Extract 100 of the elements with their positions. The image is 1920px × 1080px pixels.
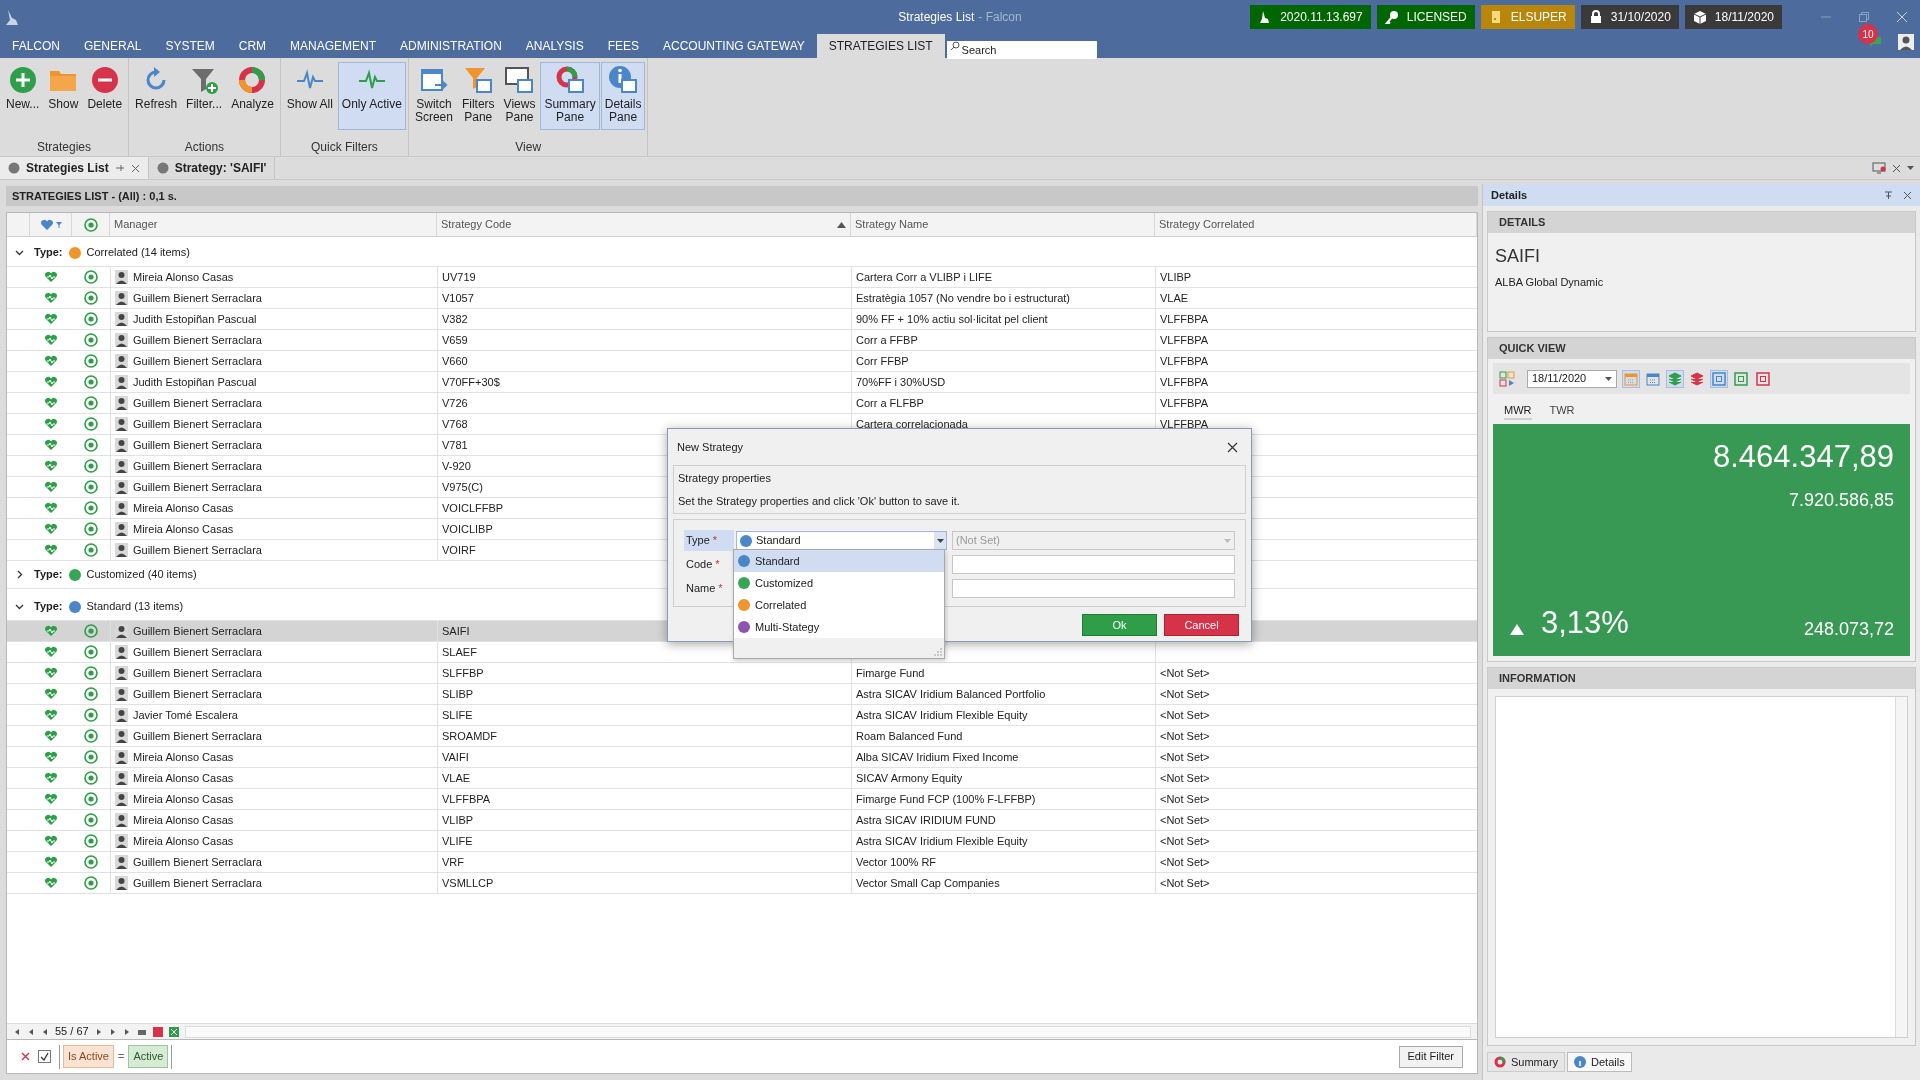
close-icon[interactable] xyxy=(130,163,140,173)
menu-tab[interactable]: FEES xyxy=(595,34,651,58)
ribbon-button[interactable]: Summary Pane xyxy=(540,62,600,130)
cancel-button[interactable]: Cancel xyxy=(1164,614,1239,636)
ribbon-button[interactable]: Delete xyxy=(83,62,127,130)
filter-value[interactable]: Active xyxy=(128,1045,169,1068)
frame-icon[interactable] xyxy=(1733,370,1749,387)
text-field[interactable] xyxy=(952,555,1235,574)
monitor-icon[interactable] xyxy=(1872,162,1886,174)
previous-page-icon[interactable] xyxy=(27,1027,35,1036)
chevron-down-icon[interactable] xyxy=(15,248,24,257)
menu-tab[interactable]: GENERAL xyxy=(72,34,154,58)
target-icon[interactable] xyxy=(83,217,98,232)
restore-icon[interactable] xyxy=(1858,11,1870,23)
ribbon-button[interactable]: Details Pane xyxy=(600,62,646,130)
ribbon-button[interactable]: Switch Screen xyxy=(410,62,457,130)
table-row[interactable]: Mireia Alonso Casas VLFFBPA Fimarge Fund FCP (100% F-LFFBP) <Not Set> xyxy=(7,789,1477,810)
pdf-icon[interactable] xyxy=(152,1026,163,1037)
dropdown-option[interactable]: Multi-Stategy xyxy=(734,616,944,638)
stack-icon[interactable] xyxy=(1667,370,1683,387)
menu-tab[interactable]: CRM xyxy=(226,34,279,58)
pane-tab[interactable]: Details xyxy=(1567,1052,1632,1072)
previous-icon[interactable] xyxy=(41,1027,49,1036)
menu-tab[interactable]: SYSTEM xyxy=(153,34,227,58)
table-row[interactable]: Mireia Alonso Casas VLIBP Astra SICAV IRIDIUM FUND <Not Set> xyxy=(7,810,1477,831)
next-icon[interactable] xyxy=(94,1027,103,1036)
menu-tab[interactable]: STRATEGIES LIST xyxy=(816,34,945,58)
column-header[interactable]: Manager xyxy=(110,213,437,236)
close-icon[interactable] xyxy=(1892,163,1901,173)
next-page-icon[interactable] xyxy=(108,1027,117,1036)
calendar-icon[interactable] xyxy=(1645,370,1661,387)
table-row[interactable]: Guillem Bienert Serraclara VSMLLCP Vector Small Cap Companies <Not Set> xyxy=(7,873,1477,894)
first-page-icon[interactable] xyxy=(13,1027,21,1036)
menu-tab[interactable]: ACCOUNTING GATEWAY xyxy=(651,34,817,58)
strategy-name: ALBA Global Dynamic xyxy=(1494,275,1605,290)
table-row[interactable]: Guillem Bienert Serraclara V660 Corr FFBP VLFFBPA xyxy=(7,351,1477,372)
quick-view-tab[interactable]: TWR xyxy=(1549,402,1575,424)
avatar-icon[interactable] xyxy=(1898,34,1914,50)
table-row[interactable]: Mireia Alonso Casas VLIFE Astra SICAV Iridium Flexible Equity <Not Set> xyxy=(7,831,1477,852)
ribbon-button[interactable]: Show xyxy=(44,62,83,130)
table-row[interactable]: Guillem Bienert Serraclara SLFFBP Fimarge Fund <Not Set> xyxy=(7,663,1477,684)
dropdown-option[interactable]: Customized xyxy=(734,572,944,594)
table-row[interactable]: Guillem Bienert Serraclara V726 Corr a FLFBP VLFFBPA xyxy=(7,393,1477,414)
table-row[interactable]: Javier Tomé Escalera SLIFE Astra SICAV Iridium Flexible Equity <Not Set> xyxy=(7,705,1477,726)
dropdown-option[interactable]: Standard xyxy=(734,550,944,572)
table-row[interactable]: Mireia Alonso Casas UV719 Cartera Corr a VLIBP i LIFE VLIBP xyxy=(7,267,1477,288)
table-row[interactable]: Guillem Bienert Serraclara V1057 Estratègia 1057 (No vendre bo i estructurat) VLAE xyxy=(7,288,1477,309)
table-row[interactable]: Mireia Alonso Casas VAIFI Alba SICAV Iridium Fixed Income <Not Set> xyxy=(7,747,1477,768)
dropdown-icon[interactable] xyxy=(1907,165,1914,171)
table-row[interactable]: Judith Estopiñan Pascual V70FF+30$ 70%FF i 30%USD VLFFBPA xyxy=(7,372,1477,393)
frame-icon[interactable] xyxy=(1711,370,1727,387)
search-field[interactable]: Search xyxy=(946,41,1097,59)
close-icon[interactable] xyxy=(1227,441,1238,453)
resize-grip-icon[interactable] xyxy=(934,648,942,656)
excel-icon[interactable] xyxy=(168,1026,179,1037)
text-field[interactable] xyxy=(952,579,1235,598)
table-row[interactable]: Guillem Bienert Serraclara V659 Corr a FFBP VLFFBPA xyxy=(7,330,1477,351)
column-header[interactable]: Strategy Name xyxy=(851,213,1155,236)
table-row[interactable]: Guillem Bienert Serraclara VRF Vector 100% RF <Not Set> xyxy=(7,852,1477,873)
table-row[interactable]: Guillem Bienert Serraclara SLIBP Astra SICAV Iridium Balanced Portfolio <Not Set> xyxy=(7,684,1477,705)
filter-field[interactable]: Is Active xyxy=(63,1045,114,1068)
edit-filter-button[interactable]: Edit Filter xyxy=(1398,1045,1463,1068)
ribbon-button[interactable]: Show All xyxy=(282,62,337,130)
type-dropdown[interactable]: Standard xyxy=(736,531,947,550)
date-field[interactable]: 18/11/2020 xyxy=(1527,369,1617,388)
ribbon-button[interactable]: Analyze xyxy=(227,62,278,130)
chevron-right-icon[interactable] xyxy=(15,570,24,579)
filter-checkbox[interactable] xyxy=(38,1050,51,1063)
ribbon-button[interactable]: Views Pane xyxy=(499,62,540,130)
document-tab[interactable]: Strategies List xyxy=(0,157,149,179)
column-header[interactable]: Strategy Correlated xyxy=(1155,213,1477,236)
ribbon-button[interactable]: Filters Pane xyxy=(457,62,499,130)
ribbon-button[interactable]: New... xyxy=(2,62,44,130)
vertical-scrollbar[interactable] xyxy=(1895,697,1907,1037)
pane-tab[interactable]: Summary xyxy=(1487,1052,1566,1072)
menu-tab[interactable]: MANAGEMENT xyxy=(278,34,389,58)
table-row[interactable]: Mireia Alonso Casas VLAE SICAV Armony Equity <Not Set> xyxy=(7,768,1477,789)
table-cell-text: Mireia Alonso Casas xyxy=(133,812,234,828)
target-icon xyxy=(84,417,98,431)
ribbon-button[interactable]: Only Active xyxy=(337,62,406,130)
clear-filter-icon[interactable] xyxy=(21,1052,30,1061)
column-header[interactable]: Strategy Code xyxy=(437,213,851,236)
frame-icon[interactable] xyxy=(1755,370,1771,387)
menu-tab[interactable]: ADMINISTRATION xyxy=(388,34,514,58)
last-page-icon[interactable] xyxy=(122,1027,131,1036)
filter-icon[interactable] xyxy=(55,221,62,228)
filter-operator[interactable]: = xyxy=(117,1048,125,1065)
close-icon[interactable] xyxy=(1903,190,1912,200)
menu-tab[interactable]: ANALYSIS xyxy=(513,34,596,58)
layout-icon[interactable] xyxy=(1499,370,1515,387)
stack-icon[interactable] xyxy=(1689,370,1705,387)
horizontal-scrollbar[interactable] xyxy=(184,1025,1471,1038)
chevron-down-icon[interactable] xyxy=(15,602,24,611)
ribbon-button[interactable]: Filter... xyxy=(182,62,227,130)
menu-tab[interactable]: FALCON xyxy=(0,34,72,58)
table-row[interactable]: Judith Estopiñan Pascual V382 90% FF + 10% actiu sol·licitat pel client VLFFBPA xyxy=(7,309,1477,330)
quick-view-tab[interactable]: MWR xyxy=(1504,402,1532,420)
table-row[interactable]: Guillem Bienert Serraclara SROAMDF Roam Balanced Fund <Not Set> xyxy=(7,726,1477,747)
dropdown-option[interactable]: Correlated xyxy=(734,594,944,616)
ribbon-button[interactable]: Refresh xyxy=(131,62,182,130)
